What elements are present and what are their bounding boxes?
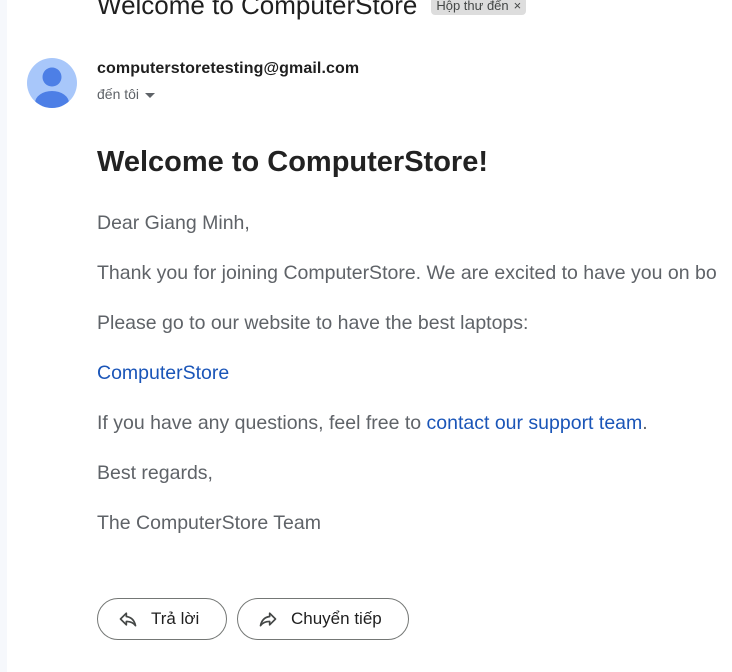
questions-paragraph: If you have any questions, feel free to … <box>97 411 648 435</box>
reply-label: Trả lời <box>151 609 200 628</box>
reply-arrow-icon <box>119 612 137 627</box>
left-rail <box>0 0 7 672</box>
caret-down-icon[interactable] <box>145 92 156 98</box>
sender-avatar[interactable] <box>27 58 77 108</box>
questions-prefix: If you have any questions, feel free to <box>97 412 427 434</box>
closing: Best regards, <box>97 462 213 484</box>
subject-row: Welcome to ComputerStore Hộp thư đến × <box>97 0 527 22</box>
greeting: Dear Giang Minh, <box>97 212 250 234</box>
support-link[interactable]: contact our support team <box>427 412 643 434</box>
email-subject: Welcome to ComputerStore <box>97 0 418 20</box>
website-paragraph: Please go to our website to have the bes… <box>97 312 529 334</box>
forward-arrow-icon <box>259 612 277 627</box>
inbox-label-chip[interactable]: Hộp thư đến × <box>431 0 527 15</box>
forward-label: Chuyển tiếp <box>291 609 382 628</box>
recipient-text: đến tôi <box>97 86 140 102</box>
email-view: Welcome to ComputerStore Hộp thư đến × c… <box>0 0 732 672</box>
default-person-icon <box>35 67 69 108</box>
sender-email[interactable]: computerstoretesting@gmail.com <box>97 60 359 78</box>
store-link-paragraph: ComputerStore <box>97 361 229 385</box>
signature: The ComputerStore Team <box>97 512 321 534</box>
store-link[interactable]: ComputerStore <box>97 362 229 384</box>
remove-label-icon[interactable]: × <box>514 0 522 15</box>
message-heading: Welcome to ComputerStore! <box>97 146 489 178</box>
inbox-label-text: Hộp thư đến <box>436 0 509 13</box>
reply-button[interactable]: Trả lời <box>97 598 227 640</box>
questions-suffix: . <box>642 412 648 434</box>
thanks-paragraph: Thank you for joining ComputerStore. We … <box>97 262 717 284</box>
recipient-details-toggle[interactable]: đến tôi <box>97 86 156 102</box>
forward-button[interactable]: Chuyển tiếp <box>237 598 409 640</box>
